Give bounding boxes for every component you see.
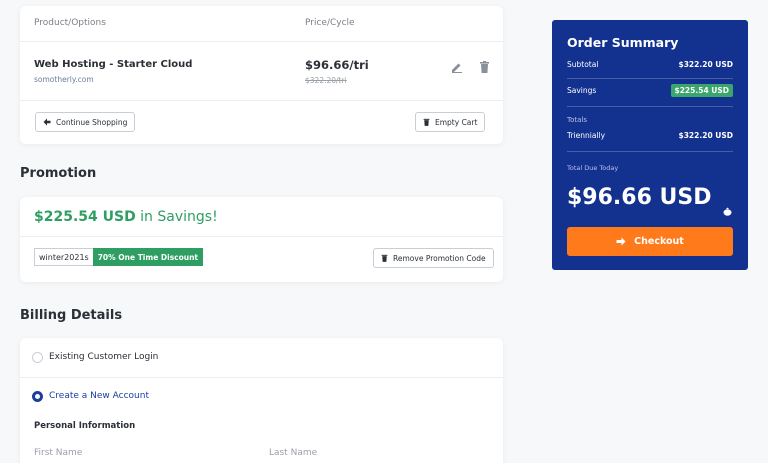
promo-code-tag: winter2021s 70% One Time Discount (34, 248, 204, 266)
remove-promotion-button[interactable]: Remove Promotion Code (373, 248, 494, 268)
cart-header: Product/Options Price/Cycle (20, 6, 503, 42)
subtotal-label: Subtotal (567, 60, 599, 69)
cycle-label: Triennially (567, 131, 606, 140)
totals-label: Totals (567, 116, 587, 124)
new-account-radio[interactable] (32, 391, 43, 402)
total-due-label: Total Due Today (567, 164, 619, 172)
billing-panel: Existing Customer Login Create a New Acc… (20, 338, 503, 463)
savings-text: $225.54 USD in Savings! (34, 209, 218, 225)
billing-title: Billing Details (20, 308, 123, 323)
edit-icon[interactable] (451, 58, 465, 73)
subtotal-value: $322.20 USD (678, 60, 734, 69)
checkout-button[interactable]: Checkout (567, 227, 733, 256)
trash-icon[interactable] (479, 58, 493, 73)
trash-icon (381, 254, 388, 262)
empty-cart-button[interactable]: Empty Cart (415, 112, 486, 132)
promo-code: winter2021s (34, 248, 93, 266)
coins-icon (723, 201, 732, 220)
continue-shopping-button[interactable]: Continue Shopping (35, 112, 136, 132)
savings-badge: $225.54 USD (670, 84, 733, 97)
arrow-right-icon (616, 237, 626, 246)
product-name: Web Hosting - Starter Cloud (34, 59, 193, 70)
savings-amount: $225.54 USD (34, 209, 136, 225)
empty-cart-label: Empty Cart (435, 117, 478, 127)
new-account-label[interactable]: Create a New Account (49, 391, 149, 401)
remove-promotion-label: Remove Promotion Code (393, 253, 486, 263)
product-original-price: $322.20/tri (305, 76, 347, 85)
discount-badge: 70% One Time Discount (92, 248, 204, 266)
promotion-title: Promotion (20, 166, 97, 181)
trash-icon (423, 118, 430, 126)
product-price: $96.66/tri (305, 58, 369, 72)
column-product: Product/Options (34, 18, 106, 28)
savings-label: Savings (567, 86, 597, 95)
personal-info-title: Personal Information (34, 421, 136, 431)
product-domain: somotherly.com (34, 75, 94, 84)
savings-row: Savings $225.54 USD (567, 84, 733, 97)
savings-suffix: in Savings! (140, 209, 218, 225)
cycle-value: $322.20 USD (678, 131, 734, 140)
cycle-row: Triennially $322.20 USD (567, 131, 733, 140)
order-summary-title: Order Summary (567, 35, 679, 50)
checkout-label: Checkout (634, 236, 684, 247)
promotion-panel: $225.54 USD in Savings! winter2021s 70% … (20, 197, 503, 282)
arrow-left-icon (43, 118, 51, 126)
cart-footer: Continue Shopping Empty Cart (20, 100, 503, 144)
first-name-input[interactable] (34, 442, 254, 463)
cart-panel: Product/Options Price/Cycle Web Hosting … (20, 6, 503, 144)
total-due-value: $96.66 USD (567, 185, 712, 210)
last-name-input[interactable] (269, 442, 489, 463)
continue-shopping-label: Continue Shopping (56, 117, 128, 127)
existing-customer-radio[interactable] (32, 352, 43, 363)
subtotal-row: Subtotal $322.20 USD (567, 60, 733, 69)
existing-customer-label[interactable]: Existing Customer Login (49, 352, 158, 362)
column-price: Price/Cycle (305, 18, 355, 28)
order-summary-panel: Order Summary Subtotal $322.20 USD Savin… (552, 20, 748, 270)
